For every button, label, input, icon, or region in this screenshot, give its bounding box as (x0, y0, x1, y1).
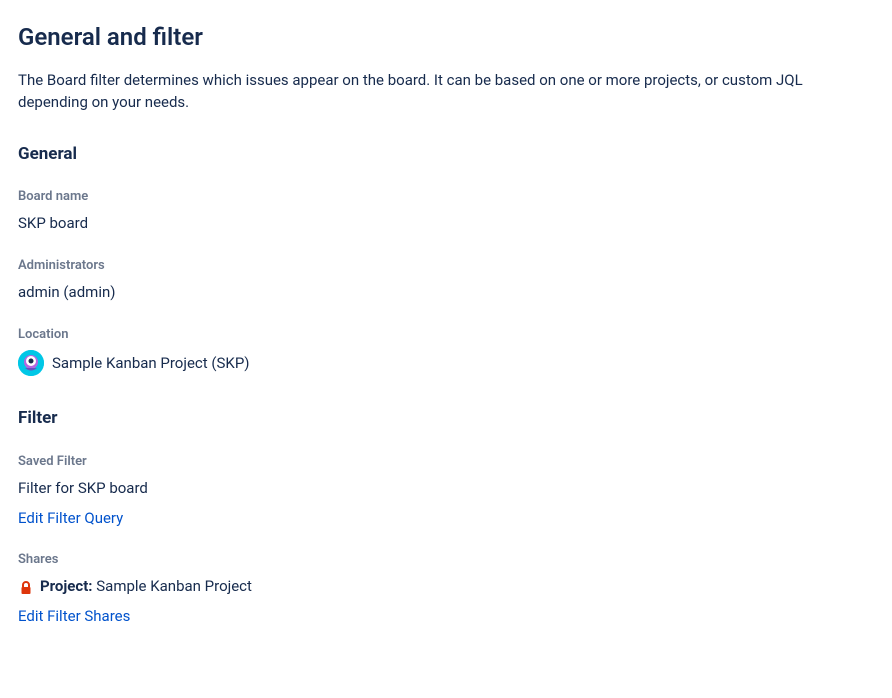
location-value[interactable]: Sample Kanban Project (SKP) (52, 353, 250, 375)
location-label: Location (18, 326, 874, 345)
general-section: General Board name SKP board Administrat… (18, 142, 874, 377)
saved-filter-value: Filter for SKP board (18, 478, 874, 500)
filter-section: Filter Saved Filter Filter for SKP board… (18, 406, 874, 627)
project-avatar-icon (18, 350, 44, 376)
location-field: Location Sample Kanban Project (SKP) (18, 326, 874, 377)
filter-heading: Filter (18, 406, 874, 431)
shares-project-prefix: Project: (40, 577, 93, 595)
saved-filter-field: Saved Filter Filter for SKP board Edit F… (18, 453, 874, 529)
saved-filter-label: Saved Filter (18, 453, 874, 472)
board-name-field: Board name SKP board (18, 188, 874, 235)
board-name-label: Board name (18, 188, 874, 207)
lock-icon (18, 580, 34, 596)
administrators-value[interactable]: admin (admin) (18, 282, 874, 304)
shares-field: Shares Project: Sample Kanban Project Ed… (18, 551, 874, 627)
administrators-field: Administrators admin (admin) (18, 257, 874, 304)
shares-label: Shares (18, 551, 874, 570)
shares-project-name: Sample Kanban Project (96, 577, 252, 595)
general-heading: General (18, 142, 874, 167)
board-name-value[interactable]: SKP board (18, 213, 874, 235)
edit-filter-query-link[interactable]: Edit Filter Query (18, 508, 123, 530)
page-description: The Board filter determines which issues… (18, 69, 874, 114)
page-title: General and filter (18, 20, 874, 55)
edit-filter-shares-link[interactable]: Edit Filter Shares (18, 606, 130, 628)
administrators-label: Administrators (18, 257, 874, 276)
